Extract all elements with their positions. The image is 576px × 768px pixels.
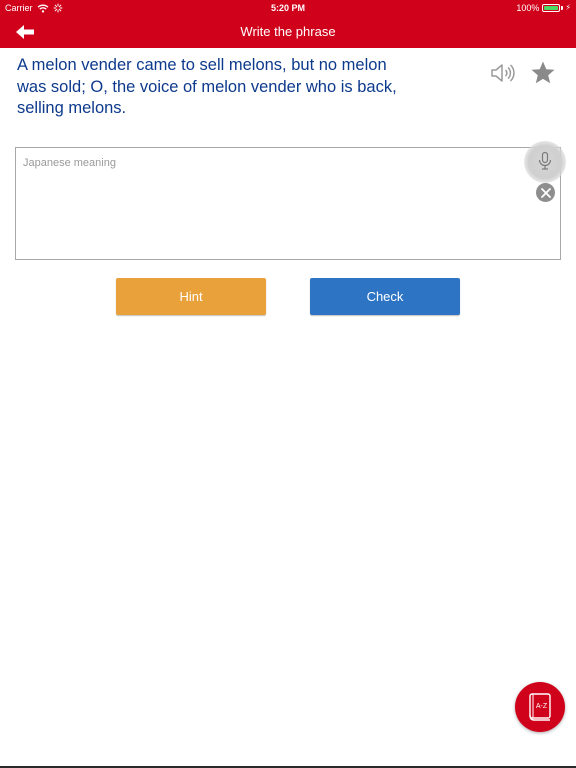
check-button[interactable]: Check bbox=[310, 278, 460, 315]
status-bar: Carrier 5:20 PM 100% ⚡ bbox=[0, 0, 576, 16]
status-right: 100% ⚡ bbox=[516, 0, 571, 16]
answer-box bbox=[15, 147, 561, 260]
favorite-button[interactable] bbox=[530, 60, 556, 86]
battery-icon bbox=[542, 4, 561, 12]
nav-bar: Write the phrase bbox=[0, 16, 576, 48]
clear-icon bbox=[540, 187, 551, 198]
dictionary-az-icon: A-Z bbox=[529, 693, 551, 721]
charging-bolt-icon: ⚡ bbox=[565, 3, 571, 12]
battery-percent: 100% bbox=[516, 3, 540, 13]
phrase-text: A melon vender came to sell melons, but … bbox=[17, 56, 397, 117]
page-title: Write the phrase bbox=[240, 24, 336, 39]
battery-cap bbox=[561, 6, 564, 10]
hint-button[interactable]: Hint bbox=[116, 278, 266, 315]
dictionary-button[interactable]: A-Z bbox=[515, 682, 565, 732]
dictionary-label: A-Z bbox=[536, 703, 548, 710]
speaker-icon bbox=[491, 64, 515, 82]
speaker-button[interactable] bbox=[489, 61, 517, 85]
microphone-icon bbox=[538, 151, 552, 170]
clear-button[interactable] bbox=[536, 183, 555, 202]
microphone-button[interactable] bbox=[524, 141, 566, 183]
battery-fill bbox=[544, 6, 559, 10]
status-time: 5:20 PM bbox=[270, 3, 305, 13]
answer-input[interactable] bbox=[16, 148, 516, 259]
star-icon bbox=[531, 61, 555, 84]
